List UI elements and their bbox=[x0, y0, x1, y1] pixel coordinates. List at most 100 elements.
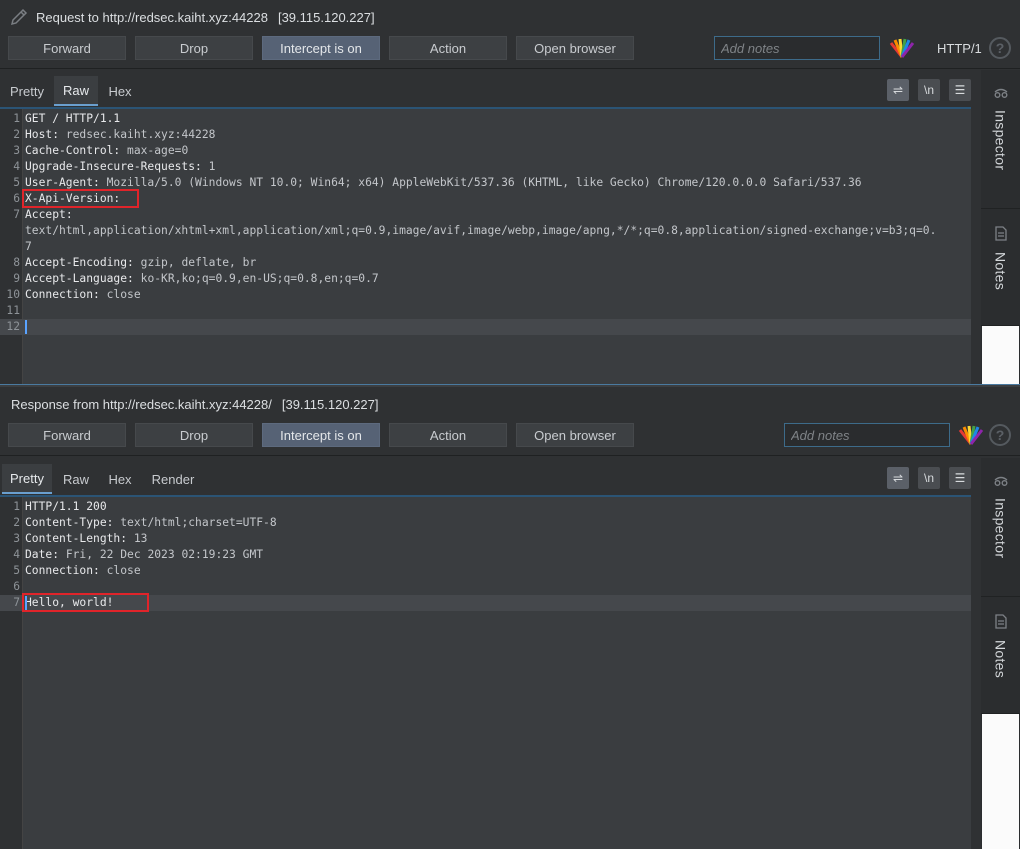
line-number: 3 bbox=[13, 144, 20, 157]
code-line[interactable]: 2 Host: redsec.kaiht.xyz:44228 bbox=[0, 127, 971, 143]
notes-tab[interactable]: Notes bbox=[981, 598, 1020, 714]
code-line[interactable]: 4 Date: Fri, 22 Dec 2023 02:19:23 GMT bbox=[0, 547, 971, 563]
divider bbox=[0, 68, 1020, 69]
line-number: 5 bbox=[13, 564, 20, 577]
inspector-label: Inspector bbox=[992, 110, 1009, 171]
header-value: close bbox=[106, 288, 141, 301]
request-ip: [39.115.120.227] bbox=[277, 9, 375, 25]
code-line[interactable]: 2 Content-Type: text/html;charset=UTF-8 bbox=[0, 515, 971, 531]
line-text: HTTP/1.1 200 bbox=[25, 499, 107, 515]
header-separator: : bbox=[52, 128, 66, 141]
text-caret bbox=[25, 320, 27, 334]
code-line[interactable]: 12 bbox=[0, 319, 971, 335]
action-button[interactable]: Action bbox=[389, 36, 507, 60]
request-title-bar: Request to http://redsec.kaiht.xyz:44228… bbox=[0, 0, 1020, 34]
code-line[interactable]: 6 X-Api-Version: bbox=[0, 191, 971, 207]
code-line[interactable]: 4 Upgrade-Insecure-Requests: 1 bbox=[0, 159, 971, 175]
code-line[interactable]: 7 Accept: bbox=[0, 207, 971, 223]
add-notes-input[interactable] bbox=[714, 36, 880, 60]
header-name: Host bbox=[25, 128, 53, 141]
highlight-box bbox=[22, 593, 149, 612]
wrap-lines-icon[interactable]: ⇌ bbox=[887, 79, 909, 101]
menu-icon[interactable]: ☰ bbox=[949, 467, 971, 489]
tab-hex[interactable]: Hex bbox=[100, 464, 140, 494]
http-version-label[interactable]: HTTP/1 bbox=[937, 41, 982, 56]
action-button[interactable]: Action bbox=[389, 423, 507, 447]
code-line[interactable]: 10 Connection: close bbox=[0, 287, 971, 303]
header-name: Content-Type bbox=[25, 516, 107, 529]
tab-pretty[interactable]: Pretty bbox=[2, 76, 52, 106]
code-line[interactable]: 7 bbox=[0, 239, 971, 255]
highlight-box bbox=[22, 189, 139, 208]
line-number: 4 bbox=[13, 548, 20, 561]
line-number: 9 bbox=[13, 272, 20, 285]
inspector-tab[interactable]: Inspector bbox=[981, 70, 1020, 209]
tab-pretty[interactable]: Pretty bbox=[2, 464, 52, 494]
open-browser-button[interactable]: Open browser bbox=[516, 36, 634, 60]
notes-icon bbox=[994, 614, 1007, 632]
header-separator: : bbox=[65, 208, 73, 221]
tab-raw[interactable]: Raw bbox=[54, 464, 98, 494]
line-text: Accept: bbox=[25, 207, 73, 223]
header-name: Accept-Language bbox=[25, 272, 128, 285]
wrap-lines-icon[interactable]: ⇌ bbox=[887, 467, 909, 489]
header-value: text/html;charset=UTF-8 bbox=[120, 516, 277, 529]
code-line[interactable]: 5 Connection: close bbox=[0, 563, 971, 579]
line-text: 7 bbox=[25, 239, 32, 255]
inspector-icon bbox=[993, 474, 1009, 490]
code-line[interactable]: 3 Content-Length: 13 bbox=[0, 531, 971, 547]
tab-hex[interactable]: Hex bbox=[100, 76, 140, 106]
add-notes-input[interactable] bbox=[784, 423, 950, 447]
response-editor[interactable]: 1 HTTP/1.1 200 2 Content-Type: text/html;ch… bbox=[0, 495, 971, 849]
line-number: 7 bbox=[13, 208, 20, 221]
line-number: 6 bbox=[13, 580, 20, 593]
response-toolbar: Forward Drop Intercept is on Action Open… bbox=[0, 421, 1020, 449]
code-line[interactable]: 5 User-Agent: Mozilla/5.0 (Windows NT 10.… bbox=[0, 175, 971, 191]
header-name: Date bbox=[25, 548, 53, 561]
inspector-tab[interactable]: Inspector bbox=[981, 458, 1020, 597]
notes-label: Notes bbox=[992, 640, 1009, 679]
header-value: Fri, 22 Dec 2023 02:19:23 GMT bbox=[65, 548, 264, 561]
header-value: redsec.kaiht.xyz:44228 bbox=[65, 128, 216, 141]
pencil-icon[interactable] bbox=[8, 6, 30, 28]
line-text: Content-Type: text/html;charset=UTF-8 bbox=[25, 515, 277, 531]
code-line[interactable]: 3 Cache-Control: max-age=0 bbox=[0, 143, 971, 159]
help-icon[interactable]: ? bbox=[989, 424, 1011, 446]
line-text: Host: redsec.kaiht.xyz:44228 bbox=[25, 127, 215, 143]
line-number: 2 bbox=[13, 128, 20, 141]
tab-render[interactable]: Render bbox=[142, 464, 204, 494]
newline-toggle-icon[interactable]: \n bbox=[918, 79, 940, 101]
help-icon[interactable]: ? bbox=[989, 37, 1011, 59]
header-name: Accept bbox=[25, 208, 66, 221]
header-separator: : bbox=[93, 176, 107, 189]
header-separator: : bbox=[127, 256, 141, 269]
forward-button[interactable]: Forward bbox=[8, 36, 126, 60]
forward-button[interactable]: Forward bbox=[8, 423, 126, 447]
open-browser-button[interactable]: Open browser bbox=[516, 423, 634, 447]
notes-tab[interactable]: Notes bbox=[981, 210, 1020, 326]
intercept-toggle-button[interactable]: Intercept is on bbox=[262, 423, 380, 447]
request-editor[interactable]: 1 GET / HTTP/1.1 2 Host: redsec.kaiht.xyz:4… bbox=[0, 107, 971, 384]
newline-toggle-icon[interactable]: \n bbox=[918, 467, 940, 489]
menu-icon[interactable]: ☰ bbox=[949, 79, 971, 101]
side-panel-blank bbox=[982, 326, 1019, 384]
code-line[interactable]: 1 GET / HTTP/1.1 bbox=[0, 111, 971, 127]
header-separator: : bbox=[120, 532, 134, 545]
code-line[interactable]: 9 Accept-Language: ko-KR,ko;q=0.9,en-US;q… bbox=[0, 271, 971, 287]
intercept-toggle-button[interactable]: Intercept is on bbox=[262, 36, 380, 60]
highlight-color-icon[interactable] bbox=[958, 424, 984, 446]
divider bbox=[0, 455, 1020, 456]
drop-button[interactable]: Drop bbox=[135, 423, 253, 447]
code-line[interactable]: 1 HTTP/1.1 200 bbox=[0, 499, 971, 515]
tab-raw[interactable]: Raw bbox=[54, 76, 98, 106]
code-line[interactable]: 8 Accept-Encoding: gzip, deflate, br bbox=[0, 255, 971, 271]
header-separator: : bbox=[93, 564, 107, 577]
line-number: 7 bbox=[13, 596, 20, 609]
line-text: Date: Fri, 22 Dec 2023 02:19:23 GMT bbox=[25, 547, 263, 563]
header-name: Accept-Encoding bbox=[25, 256, 128, 269]
code-line[interactable]: text/html,application/xhtml+xml,applicat… bbox=[0, 223, 971, 239]
highlight-color-icon[interactable] bbox=[889, 37, 915, 59]
code-line[interactable]: 11 bbox=[0, 303, 971, 319]
drop-button[interactable]: Drop bbox=[135, 36, 253, 60]
request-toolbar: Forward Drop Intercept is on Action Open… bbox=[0, 34, 1020, 62]
